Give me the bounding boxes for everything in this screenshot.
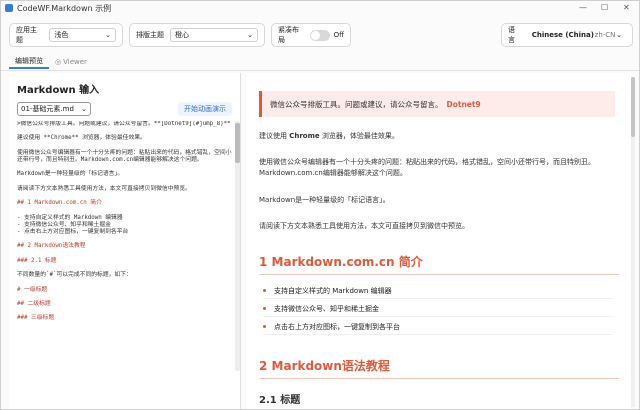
- preview-scrollbar[interactable]: [631, 77, 635, 407]
- p1-pre: 建议使用: [259, 132, 290, 140]
- tab-viewer-label: Viewer: [63, 58, 87, 66]
- editor-line: - 支持微信公众号、知乎和稀土掘金: [17, 221, 111, 228]
- list-item-text: 点击右上方对应图标，一键复制到各平台: [274, 322, 400, 331]
- bullet-icon: [263, 307, 266, 310]
- title-bar: CodeWF.Markdown 示例 — ☐ ✕: [1, 1, 639, 15]
- p1-bold: Chrome: [289, 132, 320, 140]
- quote-link[interactable]: Dotnet9: [447, 100, 481, 109]
- editor-line: Markdown是一种轻量级的「标记语言」。: [17, 171, 124, 178]
- start-demo-button[interactable]: 开始动画演示: [178, 102, 232, 116]
- divider: [1, 70, 639, 71]
- markdown-editor[interactable]: >微信公众号排版工具。问题或建议，请公众号留言。**[Dotnet9](#jum…: [17, 121, 233, 405]
- list-item-text: 支持自定义样式的 Markdown 编辑器: [274, 286, 392, 295]
- compact-layout-group: 紧凑布局 Off: [271, 23, 351, 47]
- compact-layout-state: Off: [333, 31, 344, 39]
- editor-title: Markdown 输入: [17, 85, 100, 96]
- language-code: zh-CN: [594, 31, 616, 39]
- chevron-down-icon: ⌄: [81, 105, 87, 113]
- list-item: 支持微信公众号、知乎和稀土掘金: [263, 301, 613, 317]
- tab-edit-preview[interactable]: 编辑预览: [9, 55, 49, 69]
- list-item-text: 支持微信公众号、知乎和稀土掘金: [274, 304, 379, 313]
- p1-post: 浏览器，体验最佳效果。: [319, 132, 399, 140]
- tab-bar: 编辑预览 ◎ Viewer: [9, 55, 93, 69]
- editor-line: 不同数量的`#`可以完成不同的标题，如下：: [17, 272, 132, 279]
- layout-theme-group: 排版主题 橙心 ⌄: [129, 23, 265, 47]
- minimize-icon[interactable]: —: [579, 3, 587, 12]
- preview-paragraph-1: 建议使用 Chrome 浏览器，体验最佳效果。: [259, 131, 619, 142]
- app-theme-group: 应用主题 浅色 ⌄: [9, 23, 123, 47]
- list-item: 点击右上方对应图标，一键复制到各平台: [263, 319, 613, 335]
- editor-line: 建议使用 **Chrome** 浏览器，体验最佳效果。: [17, 135, 146, 142]
- editor-line: 使用微信公众号编辑器有一个十分头疼的问题：粘贴出来的代码，格式错乱，空间小还带行…: [17, 149, 232, 163]
- bullet-icon: [263, 289, 266, 292]
- editor-line: ### 2.1 标题: [17, 257, 57, 264]
- app-theme-value: 浅色: [54, 31, 69, 39]
- quote-text: 微信公众号排版工具。问题或建议，请公众号留言。: [270, 99, 443, 109]
- app-window: CodeWF.Markdown 示例 — ☐ ✕ 应用主题 浅色 ⌄ 排版主题 橙…: [0, 0, 640, 410]
- layout-theme-value: 橙心: [175, 31, 189, 39]
- eye-icon: ◎: [55, 58, 62, 66]
- editor-line: ### 三级标题: [17, 315, 55, 322]
- preview-paragraph-2: 使用微信公众号编辑器有一个十分头疼的问题：粘贴出来的代码，格式错乱，空间小还带行…: [259, 158, 595, 177]
- preview-paragraph-3: Markdown是一种轻量级的「标记语言」。: [259, 196, 390, 204]
- app-theme-select[interactable]: 浅色 ⌄: [49, 28, 116, 42]
- editor-line: 请阅读下方文本熟悉工具使用方法，本文可直接拷贝到微信中预览。: [17, 185, 191, 192]
- file-select-value: 01-基础元素.md: [21, 105, 74, 113]
- maximize-icon[interactable]: ☐: [601, 3, 608, 12]
- preview-blockquote: 微信公众号排版工具。问题或建议，请公众号留言。 Dotnet9: [259, 91, 615, 117]
- app-theme-label: 应用主题: [16, 26, 37, 44]
- preview-heading-1: 1 Markdown.com.cn 简介: [259, 253, 619, 275]
- editor-line: >微信公众号排版工具。问题或建议，请公众号留言。**[Dotnet9](#jum…: [17, 121, 231, 127]
- preview-heading-3: 2.1 标题: [259, 395, 301, 406]
- tab-viewer[interactable]: ◎ Viewer: [49, 55, 93, 69]
- language-group: 语言 Chinese (China) zh-CN ⌄: [501, 23, 633, 47]
- preview-paragraph-4: 请阅读下方文本熟悉工具使用方法，本文可直接拷贝到微信中预览。: [259, 222, 469, 230]
- language-value: Chinese (China): [531, 31, 594, 39]
- compact-layout-toggle[interactable]: [309, 29, 330, 41]
- chevron-down-icon: ⌄: [105, 31, 111, 39]
- file-select[interactable]: 01-基础元素.md ⌄: [17, 102, 91, 116]
- layout-theme-select[interactable]: 橙心 ⌄: [170, 28, 258, 42]
- language-label: 语言: [508, 26, 515, 44]
- layout-theme-label: 排版主题: [136, 31, 164, 39]
- editor-panel: Markdown 输入 01-基础元素.md ⌄ 开始动画演示 >微信公众号排版工…: [9, 73, 241, 409]
- window-title: CodeWF.Markdown 示例: [17, 3, 112, 13]
- editor-line: ## 二级标题: [17, 300, 51, 307]
- preview-heading-2: 2 Markdown语法教程: [259, 357, 619, 379]
- editor-line: # 一级标题: [17, 286, 48, 293]
- app-icon: [5, 4, 13, 12]
- list-item: 支持自定义样式的 Markdown 编辑器: [263, 283, 613, 299]
- editor-line: ## 1 Markdown.com.cn 简介: [17, 200, 102, 207]
- chevron-down-icon: ⌄: [247, 31, 253, 39]
- editor-line: - 点击右上方对应图标，一键复制到各平台: [17, 228, 129, 235]
- chevron-down-icon: ⌄: [616, 31, 622, 39]
- close-icon[interactable]: ✕: [623, 3, 630, 12]
- bullet-icon: [263, 325, 266, 328]
- compact-layout-label: 紧凑布局: [278, 26, 299, 44]
- preview-panel: 微信公众号排版工具。问题或建议，请公众号留言。 Dotnet9 建议使用 Chr…: [247, 73, 631, 409]
- editor-line: ## 2 Markdown语法教程: [17, 243, 86, 250]
- editor-line: - 支持自定义样式的 Markdown 编辑器: [17, 214, 123, 221]
- language-select[interactable]: Chinese (China) zh-CN ⌄: [528, 28, 626, 42]
- editor-scrollbar[interactable]: [235, 121, 240, 371]
